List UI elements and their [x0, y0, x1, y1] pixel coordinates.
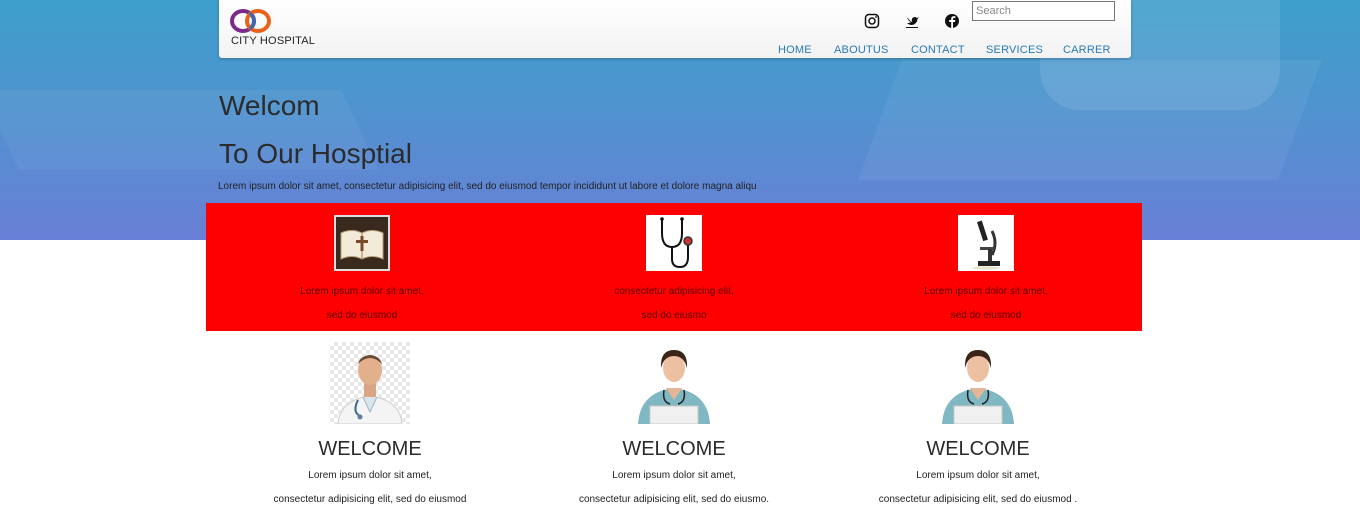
card-text-line1: Lorem ipsum dolor sit amet, — [308, 470, 432, 481]
welcome-card: WELCOME Lorem ipsum dolor sit amet, cons… — [522, 340, 826, 507]
top-navbar: CITY HOSPITAL HOME ABOUTUS CONTACT SERVI… — [219, 0, 1131, 58]
hospital-logo-icon[interactable] — [230, 8, 274, 34]
welcome-card: WELCOME Lorem ipsum dolor sit amet, cons… — [218, 340, 522, 507]
instagram-icon[interactable] — [863, 12, 881, 30]
facebook-icon[interactable] — [943, 12, 961, 30]
microscope-image — [958, 215, 1014, 271]
bible-image — [334, 215, 390, 271]
card-text-line2: consectetur adipisicing elit, sed do eiu… — [273, 494, 467, 505]
main-nav: HOME ABOUTUS CONTACT SERVICES CARRER — [219, 44, 1131, 58]
female-nurse-photo — [634, 342, 714, 424]
card-text-line2: consectetur adipisicing elit, sed do eiu… — [578, 494, 770, 505]
welcome-card: WELCOME Lorem ipsum dolor sit amet, cons… — [826, 340, 1130, 507]
card-title: WELCOME — [318, 438, 422, 460]
card-text-line1: Lorem ipsum dolor sit amet, — [612, 470, 736, 481]
feature-item: Lorem ipsum dolor sit amet, sed do eiusm… — [830, 203, 1142, 331]
feature-text-line2: sed do eiusmo — [641, 310, 707, 321]
card-title: WELCOME — [926, 438, 1030, 460]
card-text-line1: Lorem ipsum dolor sit amet, — [916, 470, 1040, 481]
male-doctor-photo — [330, 342, 410, 424]
twitter-icon[interactable] — [903, 12, 921, 30]
feature-item: Lorem ipsum dolor sit amet, sed do eiusm… — [206, 203, 518, 331]
feature-item: consectetur adipisicing elit, sed do eiu… — [518, 203, 830, 331]
hero-intro-text: Lorem ipsum dolor sit amet, consectetur … — [218, 181, 757, 192]
nav-contact[interactable]: CONTACT — [911, 44, 965, 56]
stethoscope-image — [646, 215, 702, 271]
card-title: WELCOME — [622, 438, 726, 460]
search-input[interactable] — [972, 1, 1115, 21]
hero-title-line2: To Our Hosptial — [219, 138, 412, 169]
hero-deco — [858, 60, 1322, 180]
feature-text-line2: sed do eiusmod — [950, 310, 1022, 321]
card-text-line2: consectetur adipisicing elit, sed do eiu… — [878, 494, 1078, 505]
female-nurse-photo — [938, 342, 1018, 424]
nav-aboutus[interactable]: ABOUTUS — [834, 44, 889, 56]
nav-carrer[interactable]: CARRER — [1063, 44, 1111, 56]
nav-home[interactable]: HOME — [778, 44, 812, 56]
hero-title-line1: Welcom — [219, 90, 320, 121]
feature-text-line2: sed do eiusmod — [326, 310, 398, 321]
nav-services[interactable]: SERVICES — [986, 44, 1043, 56]
feature-text-line1: consectetur adipisicing elit, — [614, 286, 734, 297]
feature-text-line1: Lorem ipsum dolor sit amet, — [924, 286, 1048, 297]
features-band: Lorem ipsum dolor sit amet, sed do eiusm… — [206, 203, 1142, 331]
feature-text-line1: Lorem ipsum dolor sit amet, — [300, 286, 424, 297]
